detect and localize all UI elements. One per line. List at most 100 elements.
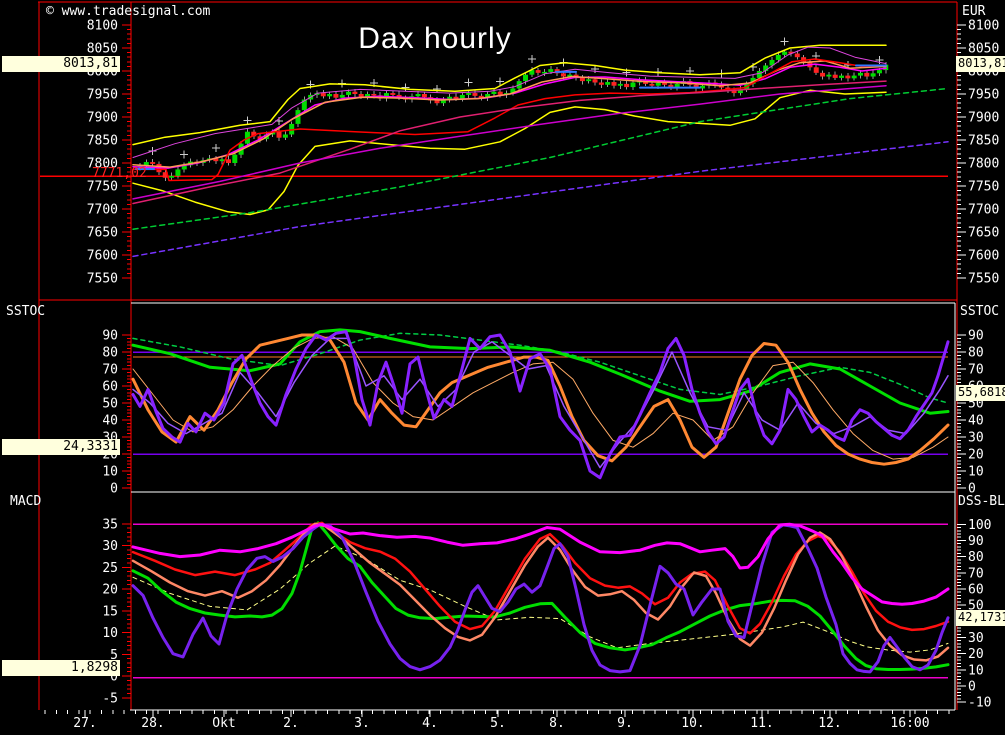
candle-body — [877, 70, 882, 73]
axis-tick-label: 80 — [102, 346, 118, 361]
axis-tick-label: 20 — [968, 448, 984, 463]
x-axis-label: 5. — [490, 716, 506, 731]
axis-tick-label: 40 — [102, 414, 118, 429]
candle-body — [277, 132, 282, 138]
axis-tick-label: 80 — [968, 550, 984, 565]
candle-body — [814, 67, 819, 73]
candle-body — [599, 83, 604, 85]
axis-tick-label: 20 — [968, 647, 984, 662]
candle-body — [536, 70, 541, 73]
x-axis-label: 11. — [750, 716, 773, 731]
candle-body — [757, 71, 762, 78]
candle-body — [169, 176, 174, 178]
candle-body — [150, 162, 155, 164]
candle-body — [826, 75, 831, 77]
candle-body — [435, 100, 440, 103]
series-sstoc-purple — [133, 332, 948, 478]
series-trailing-stop-red — [133, 59, 886, 181]
axis-tick-label: 30 — [968, 431, 984, 446]
candle-body — [864, 73, 869, 77]
candle-body — [852, 76, 857, 79]
candle-body — [226, 159, 231, 163]
macd-value-badge: 1,8298 — [2, 660, 120, 676]
axis-tick-label: 7850 — [87, 134, 118, 149]
axis-tick-label: 7650 — [87, 226, 118, 241]
candle-body — [656, 83, 661, 86]
x-axis-label: 9. — [617, 716, 633, 731]
axis-tick-label: 90 — [968, 329, 984, 344]
candle-body — [586, 79, 591, 81]
series-dss-purple — [133, 524, 948, 672]
x-axis-label: Okt — [212, 716, 235, 731]
x-axis-label: 3. — [354, 716, 370, 731]
candle-body — [871, 73, 876, 76]
last-price-badge-right: 8013,81 — [956, 56, 1005, 72]
candle-body — [466, 93, 471, 95]
candle-body — [605, 82, 610, 85]
candle-body — [612, 82, 617, 86]
axis-tick-label: 10 — [102, 465, 118, 480]
candle-body — [580, 78, 585, 81]
axis-tick-label: 7700 — [968, 203, 999, 218]
axis-tick-label: 90 — [968, 534, 984, 549]
axis-tick-label: 50 — [102, 397, 118, 412]
candle-body — [340, 95, 345, 98]
candle-body — [845, 76, 850, 79]
axis-tick-label: 0 — [968, 680, 976, 695]
candle-body — [624, 84, 629, 87]
candle-body — [422, 94, 427, 97]
candle-body — [327, 94, 332, 96]
series-ma-orange — [133, 61, 886, 167]
candle-body — [346, 92, 351, 95]
series-trend-green-dashed — [133, 89, 948, 230]
candle-body — [630, 83, 635, 88]
x-axis-label: 12. — [818, 716, 841, 731]
axis-tick-label: 7900 — [968, 111, 999, 126]
axis-tick-label: 20 — [102, 583, 118, 598]
axis-tick-label: 90 — [102, 329, 118, 344]
axis-tick-label: 60 — [102, 380, 118, 395]
axis-tick-label: 30 — [968, 631, 984, 646]
chart-canvas[interactable]: 8100805080007950790078507800775077007650… — [0, 0, 1005, 735]
sstoc-value-badge-right: 55,6818 — [956, 385, 1005, 401]
candle-body — [371, 94, 376, 96]
axis-tick-label: 7650 — [968, 226, 999, 241]
trading-chart-window: 8100805080007950790078507800775077007650… — [0, 0, 1005, 735]
axis-tick-label: 8050 — [968, 42, 999, 57]
x-axis-label: 2. — [283, 716, 299, 731]
chart-title: Dax hourly — [0, 22, 870, 56]
axis-tick-label: 7800 — [968, 157, 999, 172]
dss-value-badge: 42,1731 — [956, 610, 1005, 626]
x-axis-label: 28. — [141, 716, 164, 731]
axis-tick-label: 7600 — [968, 249, 999, 264]
axis-tick-label: 40 — [968, 414, 984, 429]
axis-tick-label: 10 — [968, 663, 984, 678]
candle-body — [839, 76, 844, 78]
axis-tick-label: 30 — [102, 539, 118, 554]
candle-body — [523, 75, 528, 81]
sstoc-value-badge-left: 24,3331 — [2, 439, 120, 455]
sstoc-right-label: SSTOC — [960, 304, 999, 319]
candle-body — [416, 94, 421, 96]
ref-line-price-label: 7771,02 — [92, 166, 147, 181]
last-price-badge-left: 8013,81 — [2, 56, 120, 72]
candle-body — [232, 155, 237, 163]
candle-body — [858, 73, 863, 76]
candle-body — [618, 84, 623, 86]
axis-tick-label: 70 — [968, 363, 984, 378]
axis-tick-label: 7700 — [87, 203, 118, 218]
candle-body — [491, 92, 496, 94]
axis-tick-label: 80 — [968, 346, 984, 361]
candle-body — [359, 94, 364, 97]
candle-body — [460, 95, 465, 99]
axis-tick-label: 25 — [102, 561, 118, 576]
axis-tick-label: 70 — [102, 363, 118, 378]
candle-body — [352, 92, 357, 94]
sstoc-left-label: SSTOC — [6, 304, 45, 319]
candle-body — [283, 134, 288, 137]
candle-body — [333, 94, 338, 98]
x-axis-label: 27. — [73, 716, 96, 731]
dss-bla-label: DSS-BLA — [958, 494, 1005, 509]
axis-tick-label: 35 — [102, 517, 118, 532]
axis-tick-label: 7550 — [968, 272, 999, 287]
